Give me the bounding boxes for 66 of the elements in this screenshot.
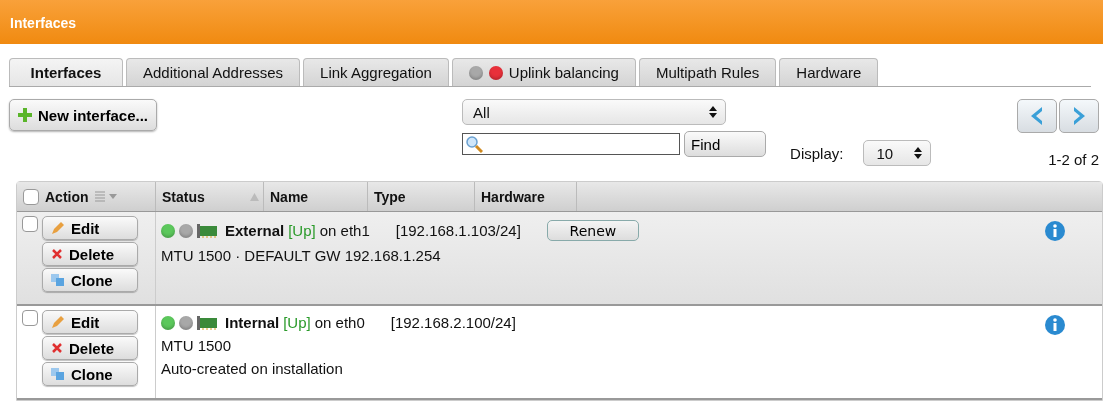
stepper-icon xyxy=(709,106,718,118)
info-icon[interactable] xyxy=(1044,220,1066,242)
interface-device: on eth1 xyxy=(319,222,370,239)
interface-state: [Up] xyxy=(288,222,316,239)
interface-address: [192.168.1.103/24] xyxy=(395,222,521,239)
display-label: Display: xyxy=(790,144,844,162)
renew-button[interactable]: Renew xyxy=(546,220,639,241)
tab[interactable]: Additional Addresses xyxy=(126,58,301,86)
sort-icon xyxy=(250,192,259,201)
x-icon xyxy=(51,248,63,260)
table-row[interactable]: Edit Delete Clone External [Up] on eth1 [192.168.1.103/24] Renew MTU 1500 · DEFAULT GW 192.168.1.254 xyxy=(17,212,1102,306)
pencil-icon xyxy=(51,221,65,235)
network-card-icon xyxy=(197,315,219,330)
column-header[interactable]: Status xyxy=(162,188,205,205)
page-range: 1-2 of 2 xyxy=(1048,151,1099,168)
column-header[interactable]: Hardware xyxy=(481,188,545,205)
pencil-icon xyxy=(51,315,65,329)
column-header[interactable]: Type xyxy=(374,188,406,205)
stepper-icon xyxy=(914,147,923,159)
select-all-checkbox[interactable] xyxy=(23,188,39,205)
row-checkbox[interactable] xyxy=(22,310,38,326)
page-title: Interfaces xyxy=(10,15,77,31)
interface-name: External xyxy=(225,222,285,239)
tab-label: Multipath Rules xyxy=(655,64,760,81)
tab[interactable]: Multipath Rules xyxy=(638,58,777,86)
action-button[interactable]: Delete xyxy=(42,336,138,360)
interface-state: [Up] xyxy=(283,314,311,331)
tab[interactable]: Link Aggregation xyxy=(303,58,449,86)
action-button[interactable]: Delete xyxy=(42,242,138,266)
copy-icon xyxy=(51,368,65,380)
find-button[interactable]: Find xyxy=(684,131,767,157)
tab-label: Uplink balancing xyxy=(508,64,619,81)
tab-label: Hardware xyxy=(796,64,862,81)
tab-label: Interfaces xyxy=(30,64,102,81)
action-button[interactable]: Clone xyxy=(42,268,138,292)
tab[interactable]: Uplink balancing xyxy=(451,58,636,86)
interface-details: Auto-created on installation xyxy=(161,360,344,377)
copy-icon xyxy=(51,274,65,286)
action-button[interactable]: Edit xyxy=(42,310,138,334)
action-button[interactable]: Clone xyxy=(42,362,138,386)
tab[interactable]: Hardware xyxy=(779,58,879,86)
column-menu-icon[interactable] xyxy=(94,190,119,203)
network-card-icon xyxy=(197,223,219,238)
column-header[interactable]: Action xyxy=(45,188,89,205)
search-field[interactable] xyxy=(462,133,681,155)
interface-address: [192.168.2.100/24] xyxy=(390,314,516,331)
plus-icon xyxy=(18,108,32,122)
x-icon xyxy=(51,342,63,354)
next-page-button[interactable] xyxy=(1059,99,1099,133)
page-size-select[interactable]: 10 xyxy=(863,140,932,166)
tab-label: Additional Addresses xyxy=(143,64,284,81)
filter-select[interactable]: All xyxy=(462,99,727,125)
column-header[interactable]: Name xyxy=(270,188,309,205)
row-checkbox[interactable] xyxy=(22,216,38,232)
interface-name: Internal xyxy=(225,314,280,331)
action-button[interactable]: Edit xyxy=(42,216,138,240)
table-row[interactable]: Edit Delete Clone Internal [Up] on eth0 [192.168.2.100/24] MTU 1500 Auto-created on installation xyxy=(17,306,1102,400)
search-icon xyxy=(465,135,484,153)
tab[interactable]: Interfaces xyxy=(9,58,123,86)
interface-device: on eth0 xyxy=(314,314,365,331)
interface-details: MTU 1500 xyxy=(161,337,233,354)
tab-label: Link Aggregation xyxy=(320,64,432,81)
info-icon[interactable] xyxy=(1044,314,1066,336)
interface-details: MTU 1500 · DEFAULT GW 192.168.1.254 xyxy=(161,247,442,264)
new-interface-button[interactable]: New interface... xyxy=(9,99,158,131)
previous-page-button[interactable] xyxy=(1017,99,1057,133)
